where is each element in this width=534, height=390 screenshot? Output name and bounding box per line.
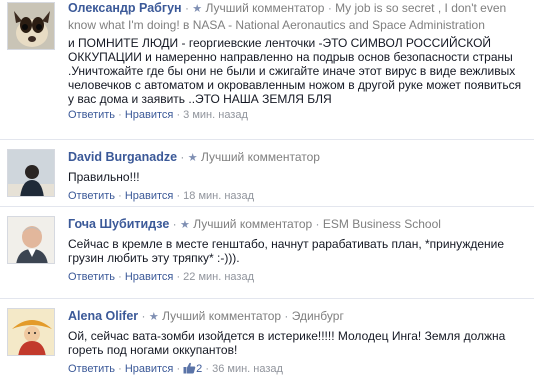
comment: David Burganadze · ★ Лучший комментатор …	[0, 140, 534, 207]
comment: Alena Olifer · ★ Лучший комментатор · Эд…	[0, 299, 534, 390]
avatar[interactable]	[7, 216, 55, 264]
comment-text: Правильно!!!	[68, 170, 140, 184]
comment-text: Ой, сейчас вата-зомби изойдется в истери…	[68, 329, 506, 357]
separator: ·	[327, 1, 332, 15]
separator: ·	[180, 150, 185, 164]
comment-list: Олександр Рабгун · ★ Лучший комментатор …	[0, 0, 534, 390]
timestamp[interactable]: 22 мин. назад	[183, 271, 254, 283]
timestamp[interactable]: 18 мин. назад	[183, 190, 254, 202]
comment-text: Сейчас в кремле в месте генштабо, начнут…	[68, 237, 505, 265]
like-link[interactable]: Нравится	[125, 190, 174, 202]
separator: ·	[176, 271, 181, 283]
top-commenter-badge: Лучший комментатор	[162, 309, 282, 323]
timestamp[interactable]: 36 мин. назад	[212, 363, 283, 375]
comment-text: и ПОМНИТЕ ЛЮДИ - георгиевские ленточки -…	[68, 36, 522, 106]
reply-link[interactable]: Ответить	[68, 271, 115, 283]
avatar[interactable]	[7, 149, 55, 197]
comment-actions: Ответить · Нравится · 3 мин. назад	[68, 108, 528, 122]
star-icon: ★	[192, 3, 203, 15]
separator: ·	[141, 309, 146, 323]
author-name[interactable]: David Burganadze	[68, 150, 177, 164]
separator: ·	[184, 1, 189, 15]
thumbs-up-icon[interactable]	[183, 362, 196, 378]
separator: ·	[176, 109, 181, 121]
top-commenter-badge: Лучший комментатор	[205, 1, 325, 15]
reply-link[interactable]: Ответить	[68, 190, 115, 202]
author-meta: Эдинбург	[291, 309, 344, 323]
comment-actions: Ответить · Нравится · 22 мин. назад	[68, 270, 528, 284]
like-count[interactable]: 2	[196, 363, 202, 375]
separator: ·	[176, 363, 181, 375]
reply-link[interactable]: Ответить	[68, 109, 115, 121]
like-link[interactable]: Нравится	[125, 109, 174, 121]
comment-actions: Ответить · Нравится · 18 мин. назад	[68, 189, 528, 203]
star-icon: ★	[148, 311, 159, 323]
separator: ·	[315, 217, 320, 231]
comment: Гоча Шубитидзе · ★ Лучший комментатор · …	[0, 207, 534, 299]
top-commenter-badge: Лучший комментатор	[200, 150, 320, 164]
separator: ·	[118, 109, 122, 121]
top-commenter-badge: Лучший комментатор	[193, 217, 313, 231]
like-link[interactable]: Нравится	[125, 271, 174, 283]
timestamp[interactable]: 3 мин. назад	[183, 109, 248, 121]
separator: ·	[118, 190, 122, 202]
separator: ·	[284, 309, 289, 323]
separator: ·	[176, 190, 181, 202]
avatar[interactable]	[7, 308, 55, 356]
comment: Олександр Рабгун · ★ Лучший комментатор …	[0, 0, 534, 140]
comment-actions: Ответить · Нравится · 2 · 36 мин. назад	[68, 362, 528, 378]
separator: ·	[172, 217, 177, 231]
avatar[interactable]	[7, 2, 55, 50]
separator: ·	[118, 363, 122, 375]
separator: ·	[118, 271, 122, 283]
author-name[interactable]: Гоча Шубитидзе	[68, 217, 169, 231]
author-name[interactable]: Олександр Рабгун	[68, 1, 182, 15]
author-name[interactable]: Alena Olifer	[68, 309, 138, 323]
author-meta[interactable]: ESM Business School	[323, 217, 441, 231]
star-icon: ★	[179, 219, 190, 231]
star-icon: ★	[187, 152, 198, 164]
like-link[interactable]: Нравится	[125, 363, 174, 375]
reply-link[interactable]: Ответить	[68, 363, 115, 375]
separator: ·	[205, 363, 210, 375]
